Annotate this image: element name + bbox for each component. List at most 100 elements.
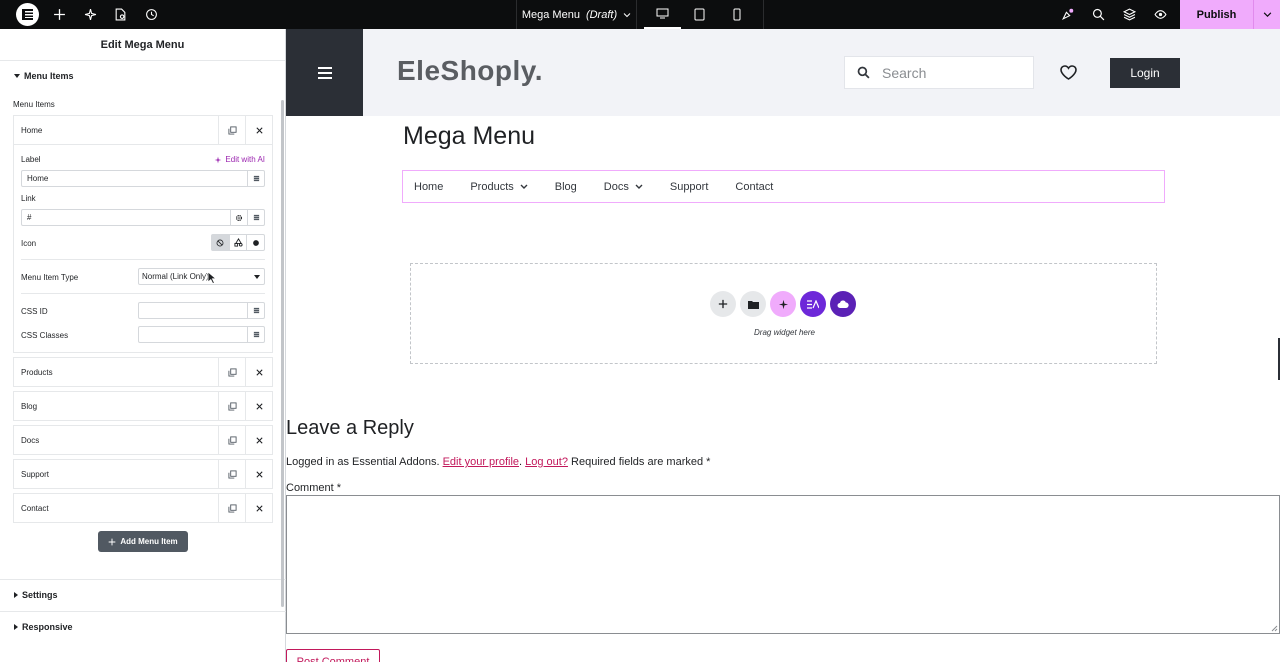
duplicate-button[interactable] xyxy=(218,426,245,454)
search-input[interactable]: Search xyxy=(844,56,1034,89)
section-responsive-toggle[interactable]: Responsive xyxy=(0,612,280,642)
circle-icon xyxy=(252,239,259,246)
duplicate-button[interactable] xyxy=(218,392,245,420)
repeater-item-header[interactable]: Home xyxy=(14,116,272,144)
duplicate-icon xyxy=(227,469,237,479)
nav-item-products[interactable]: Products xyxy=(470,180,528,193)
repeater-item-docs[interactable]: Docs xyxy=(13,425,273,455)
duplicate-button[interactable] xyxy=(218,460,245,488)
repeater-item-blog[interactable]: Blog xyxy=(13,391,273,421)
icon-library-option[interactable] xyxy=(228,235,247,250)
label-input[interactable]: Home xyxy=(21,170,265,187)
widget-drop-zone[interactable]: Drag widget here xyxy=(410,263,1157,364)
nav-item-blog[interactable]: Blog xyxy=(555,181,577,193)
remove-button[interactable] xyxy=(245,392,272,420)
nav-label: Docs xyxy=(603,180,629,193)
section-label: Responsive xyxy=(22,622,73,632)
mobile-icon[interactable] xyxy=(718,0,755,29)
remove-button[interactable] xyxy=(245,116,272,144)
ban-icon xyxy=(216,239,224,246)
icon-field-title: Icon xyxy=(21,239,37,248)
ai-sparkle-icon[interactable] xyxy=(81,0,99,29)
site-logo[interactable]: EleShoply. xyxy=(397,55,543,87)
remove-button[interactable] xyxy=(245,358,272,386)
section-settings-toggle[interactable]: Settings xyxy=(0,580,280,610)
tablet-icon[interactable] xyxy=(681,0,718,29)
resize-handle-icon[interactable] xyxy=(1271,625,1278,632)
add-template-button[interactable] xyxy=(740,291,766,317)
remove-button[interactable] xyxy=(245,426,272,454)
section-menu-items-toggle[interactable]: Menu Items xyxy=(0,61,285,91)
duplicate-button[interactable] xyxy=(218,494,245,522)
panel-scrollbar[interactable] xyxy=(281,100,284,607)
nav-item-home[interactable]: Home xyxy=(414,181,443,193)
icon-choice-group xyxy=(211,234,265,251)
login-button[interactable]: Login xyxy=(1110,58,1180,88)
publish-options-button[interactable] xyxy=(1253,0,1280,29)
ai-sparkle-icon xyxy=(215,156,222,163)
structure-icon[interactable] xyxy=(1120,0,1138,29)
logout-link[interactable]: Log out? xyxy=(525,456,568,468)
wishlist-button[interactable] xyxy=(1060,65,1077,85)
desktop-icon[interactable] xyxy=(644,0,681,29)
duplicate-icon xyxy=(227,503,237,513)
dynamic-tags-button[interactable] xyxy=(247,303,264,318)
comment-textarea[interactable] xyxy=(286,495,1280,634)
add-menu-item-button[interactable]: Add Menu Item xyxy=(98,531,188,552)
history-icon[interactable] xyxy=(142,0,160,29)
dynamic-tags-button[interactable] xyxy=(247,171,264,186)
remove-button[interactable] xyxy=(245,494,272,522)
add-section-button[interactable] xyxy=(710,291,736,317)
duplicate-button[interactable] xyxy=(218,116,245,144)
post-comment-button[interactable]: Post Comment xyxy=(286,649,380,662)
preview-icon[interactable] xyxy=(1151,0,1169,29)
edit-profile-link[interactable]: Edit your profile xyxy=(443,456,519,468)
no-icon-option[interactable] xyxy=(212,235,229,250)
essential-addons-icon xyxy=(807,299,819,309)
plus-icon[interactable] xyxy=(50,0,68,29)
menu-item-type-select[interactable]: Normal (Link Only) xyxy=(138,268,265,285)
plus-icon xyxy=(718,299,728,309)
hamburger-menu-button[interactable] xyxy=(286,29,363,116)
remove-button[interactable] xyxy=(245,460,272,488)
nav-item-contact[interactable]: Contact xyxy=(735,181,773,193)
cloud-icon xyxy=(837,300,849,308)
search-icon[interactable] xyxy=(1089,0,1107,29)
site-header: EleShoply. Search Login xyxy=(286,29,1280,116)
nav-item-support[interactable]: Support xyxy=(670,181,709,193)
link-input[interactable]: # xyxy=(21,209,265,226)
close-icon xyxy=(255,436,263,444)
menu-items-label: Menu Items xyxy=(13,100,55,109)
ai-generate-button[interactable] xyxy=(770,291,796,317)
repeater-item-products[interactable]: Products xyxy=(13,357,273,387)
css-classes-input[interactable] xyxy=(138,326,265,343)
edit-with-ai-button[interactable]: Edit with AI xyxy=(214,155,265,164)
publish-button[interactable]: Publish xyxy=(1180,9,1253,21)
page-settings-icon[interactable] xyxy=(111,0,129,29)
whats-new-icon[interactable] xyxy=(1058,0,1076,29)
templately-button[interactable] xyxy=(830,291,856,317)
required-note: Required fields are marked * xyxy=(571,456,711,468)
nav-label: Products xyxy=(470,180,514,193)
dynamic-tags-button[interactable] xyxy=(247,210,264,225)
nav-item-docs[interactable]: Docs xyxy=(604,181,643,193)
chevron-down-icon xyxy=(520,184,528,189)
document-title-dropdown[interactable]: Mega Menu (Draft) xyxy=(516,0,637,29)
essential-addons-button[interactable] xyxy=(800,291,826,317)
repeater-item-contact[interactable]: Contact xyxy=(13,493,273,523)
menu-item-type-value: Normal (Link Only) xyxy=(142,272,209,281)
repeater-item-title: Support xyxy=(21,469,50,479)
repeater-item-support[interactable]: Support xyxy=(13,459,273,489)
dynamic-tags-button[interactable] xyxy=(247,327,264,342)
comment-label: Comment * xyxy=(286,482,342,494)
duplicate-button[interactable] xyxy=(218,358,245,386)
css-id-input[interactable] xyxy=(138,302,265,319)
elementor-logo-icon[interactable] xyxy=(16,3,39,26)
search-placeholder: Search xyxy=(882,64,927,81)
nav-label: Home xyxy=(414,180,444,193)
database-icon xyxy=(253,175,259,182)
shapes-icon xyxy=(233,238,243,247)
custom-icon-option[interactable] xyxy=(246,235,264,250)
section-label: Menu Items xyxy=(24,71,74,81)
link-options-button[interactable] xyxy=(230,210,247,225)
